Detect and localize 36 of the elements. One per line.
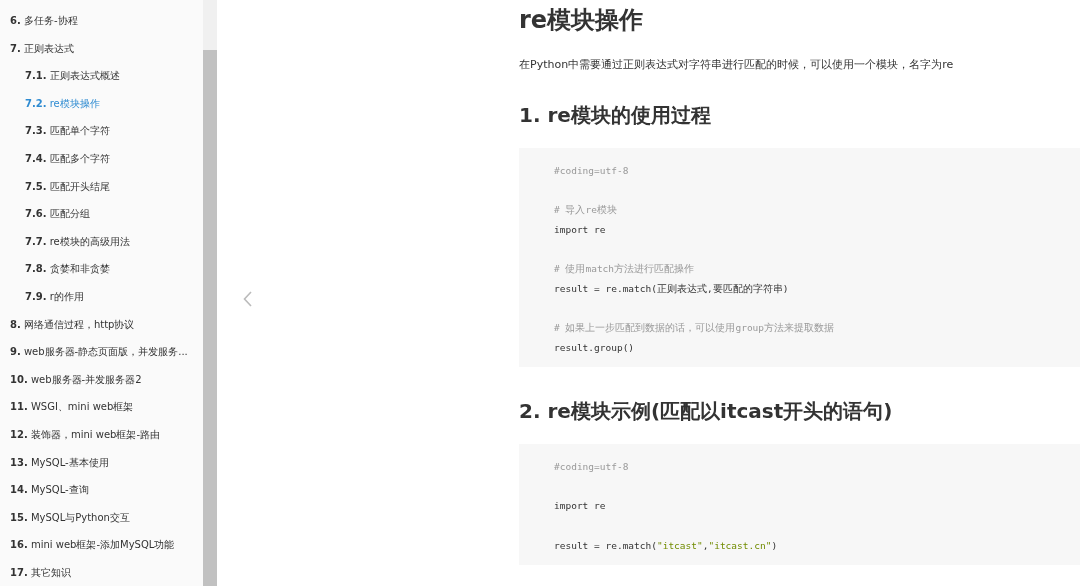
toc-link[interactable]: 11. WSGI、mini web框架 [0, 393, 203, 421]
page-title: re模块操作 [519, 6, 645, 35]
section-heading: 1. re模块的使用过程 [519, 103, 712, 128]
toc-link[interactable]: 7.2. re模块操作 [0, 89, 203, 118]
intro-text: 在Python中需要通过正则表达式对字符串进行匹配的时候，可以使用一个模块，名字为re [519, 56, 955, 73]
prev-page-icon[interactable] [243, 290, 252, 307]
code-line: result = re.match(正则表达式,要匹配的字符串) [554, 282, 789, 294]
toc-link[interactable]: 7.8. 贪婪和非贪婪 [0, 255, 203, 283]
toc-link[interactable]: 13. MySQL-基本使用 [0, 448, 203, 477]
toc-link[interactable]: 7.1. 正则表达式概述 [0, 62, 203, 90]
toc-link[interactable]: 6. 多任务-协程 [0, 7, 203, 35]
toc-link[interactable]: 7.5. 匹配开头结尾 [0, 172, 203, 201]
code-comment: #coding=utf-8 [554, 461, 629, 473]
scrollbar-thumb[interactable] [203, 50, 217, 586]
toc-link[interactable]: 16. mini web框架-添加MySQL功能 [0, 531, 203, 559]
toc-link[interactable]: 7.7. re模块的高级用法 [0, 227, 203, 256]
toc-link[interactable]: 14. MySQL-查询 [0, 476, 203, 504]
toc-link[interactable]: 7.4. 匹配多个字符 [0, 144, 203, 173]
code-comment: # 使用match方法进行匹配操作 [554, 263, 695, 275]
toc-link[interactable]: 12. 装饰器，mini web框架-路由 [0, 420, 203, 449]
toc-link[interactable]: 7. 正则表达式 [0, 34, 203, 63]
code-line: result.group() [554, 341, 635, 353]
toc-link[interactable]: 15. MySQL与Python交互 [0, 503, 203, 532]
toc-link[interactable]: 9. web服务器-静态页面版，并发服务... [0, 338, 203, 366]
code-line: import re [554, 224, 606, 236]
toc-link[interactable]: 17. 其它知识 [0, 558, 203, 586]
code-line: result = re.match("itcast","itcast.cn") [554, 539, 778, 551]
toc-link[interactable]: 7.3. 匹配单个字符 [0, 117, 203, 145]
toc-link[interactable]: 8. 网络通信过程，http协议 [0, 310, 203, 339]
code-line: import re [554, 500, 606, 512]
section-heading: 2. re模块示例(匹配以itcast开头的语句) [519, 399, 894, 424]
toc-link[interactable]: 7.6. 匹配分组 [0, 200, 203, 228]
toc-link[interactable]: 10. web服务器-并发服务器2 [0, 365, 203, 394]
code-comment: #coding=utf-8 [554, 165, 629, 177]
toc-link[interactable]: 7.9. r的作用 [0, 282, 203, 311]
code-comment: # 导入re模块 [554, 204, 617, 216]
